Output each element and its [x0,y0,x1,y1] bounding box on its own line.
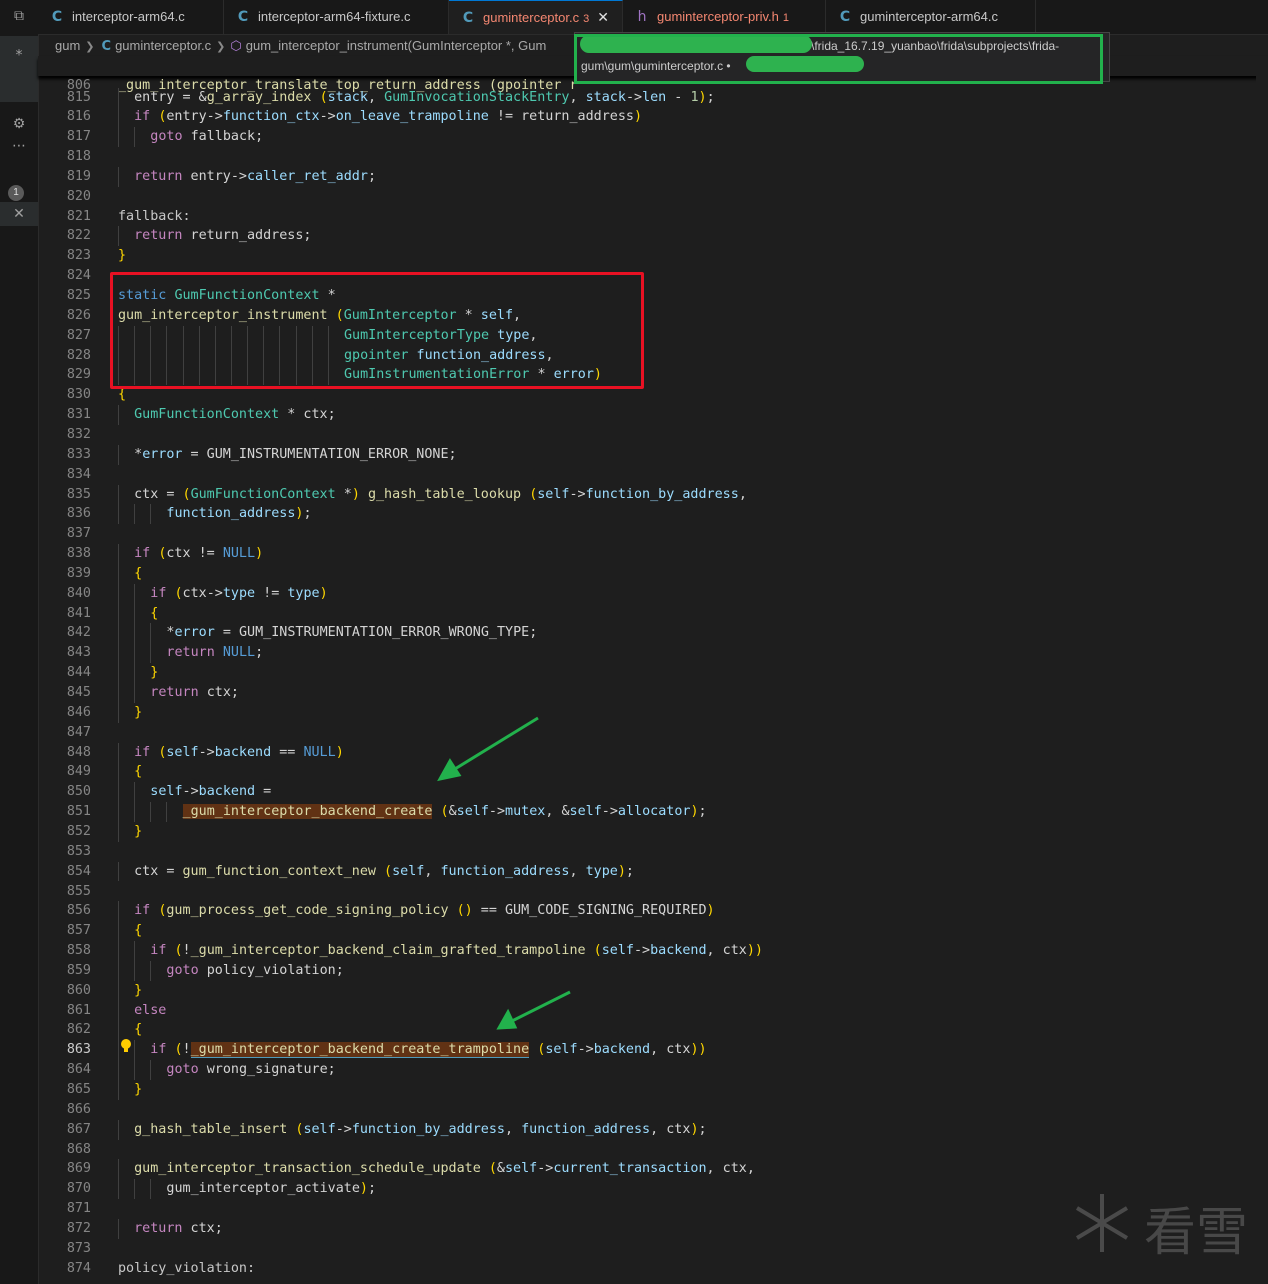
vertical-scrollbar[interactable] [1256,56,1268,1284]
watermark-text: 看雪 [1144,1203,1249,1263]
annotation-arrows [437,716,571,1030]
arrow-to-create-trampoline [509,990,571,1024]
arrow-head [437,758,462,782]
lightbulb-icon[interactable] [119,1038,133,1054]
snowflake-icon [1075,1194,1129,1252]
arrow-head [496,1008,518,1030]
kanxue-watermark: 看雪 [1072,1188,1252,1263]
arrow-to-backend-create [449,716,539,774]
